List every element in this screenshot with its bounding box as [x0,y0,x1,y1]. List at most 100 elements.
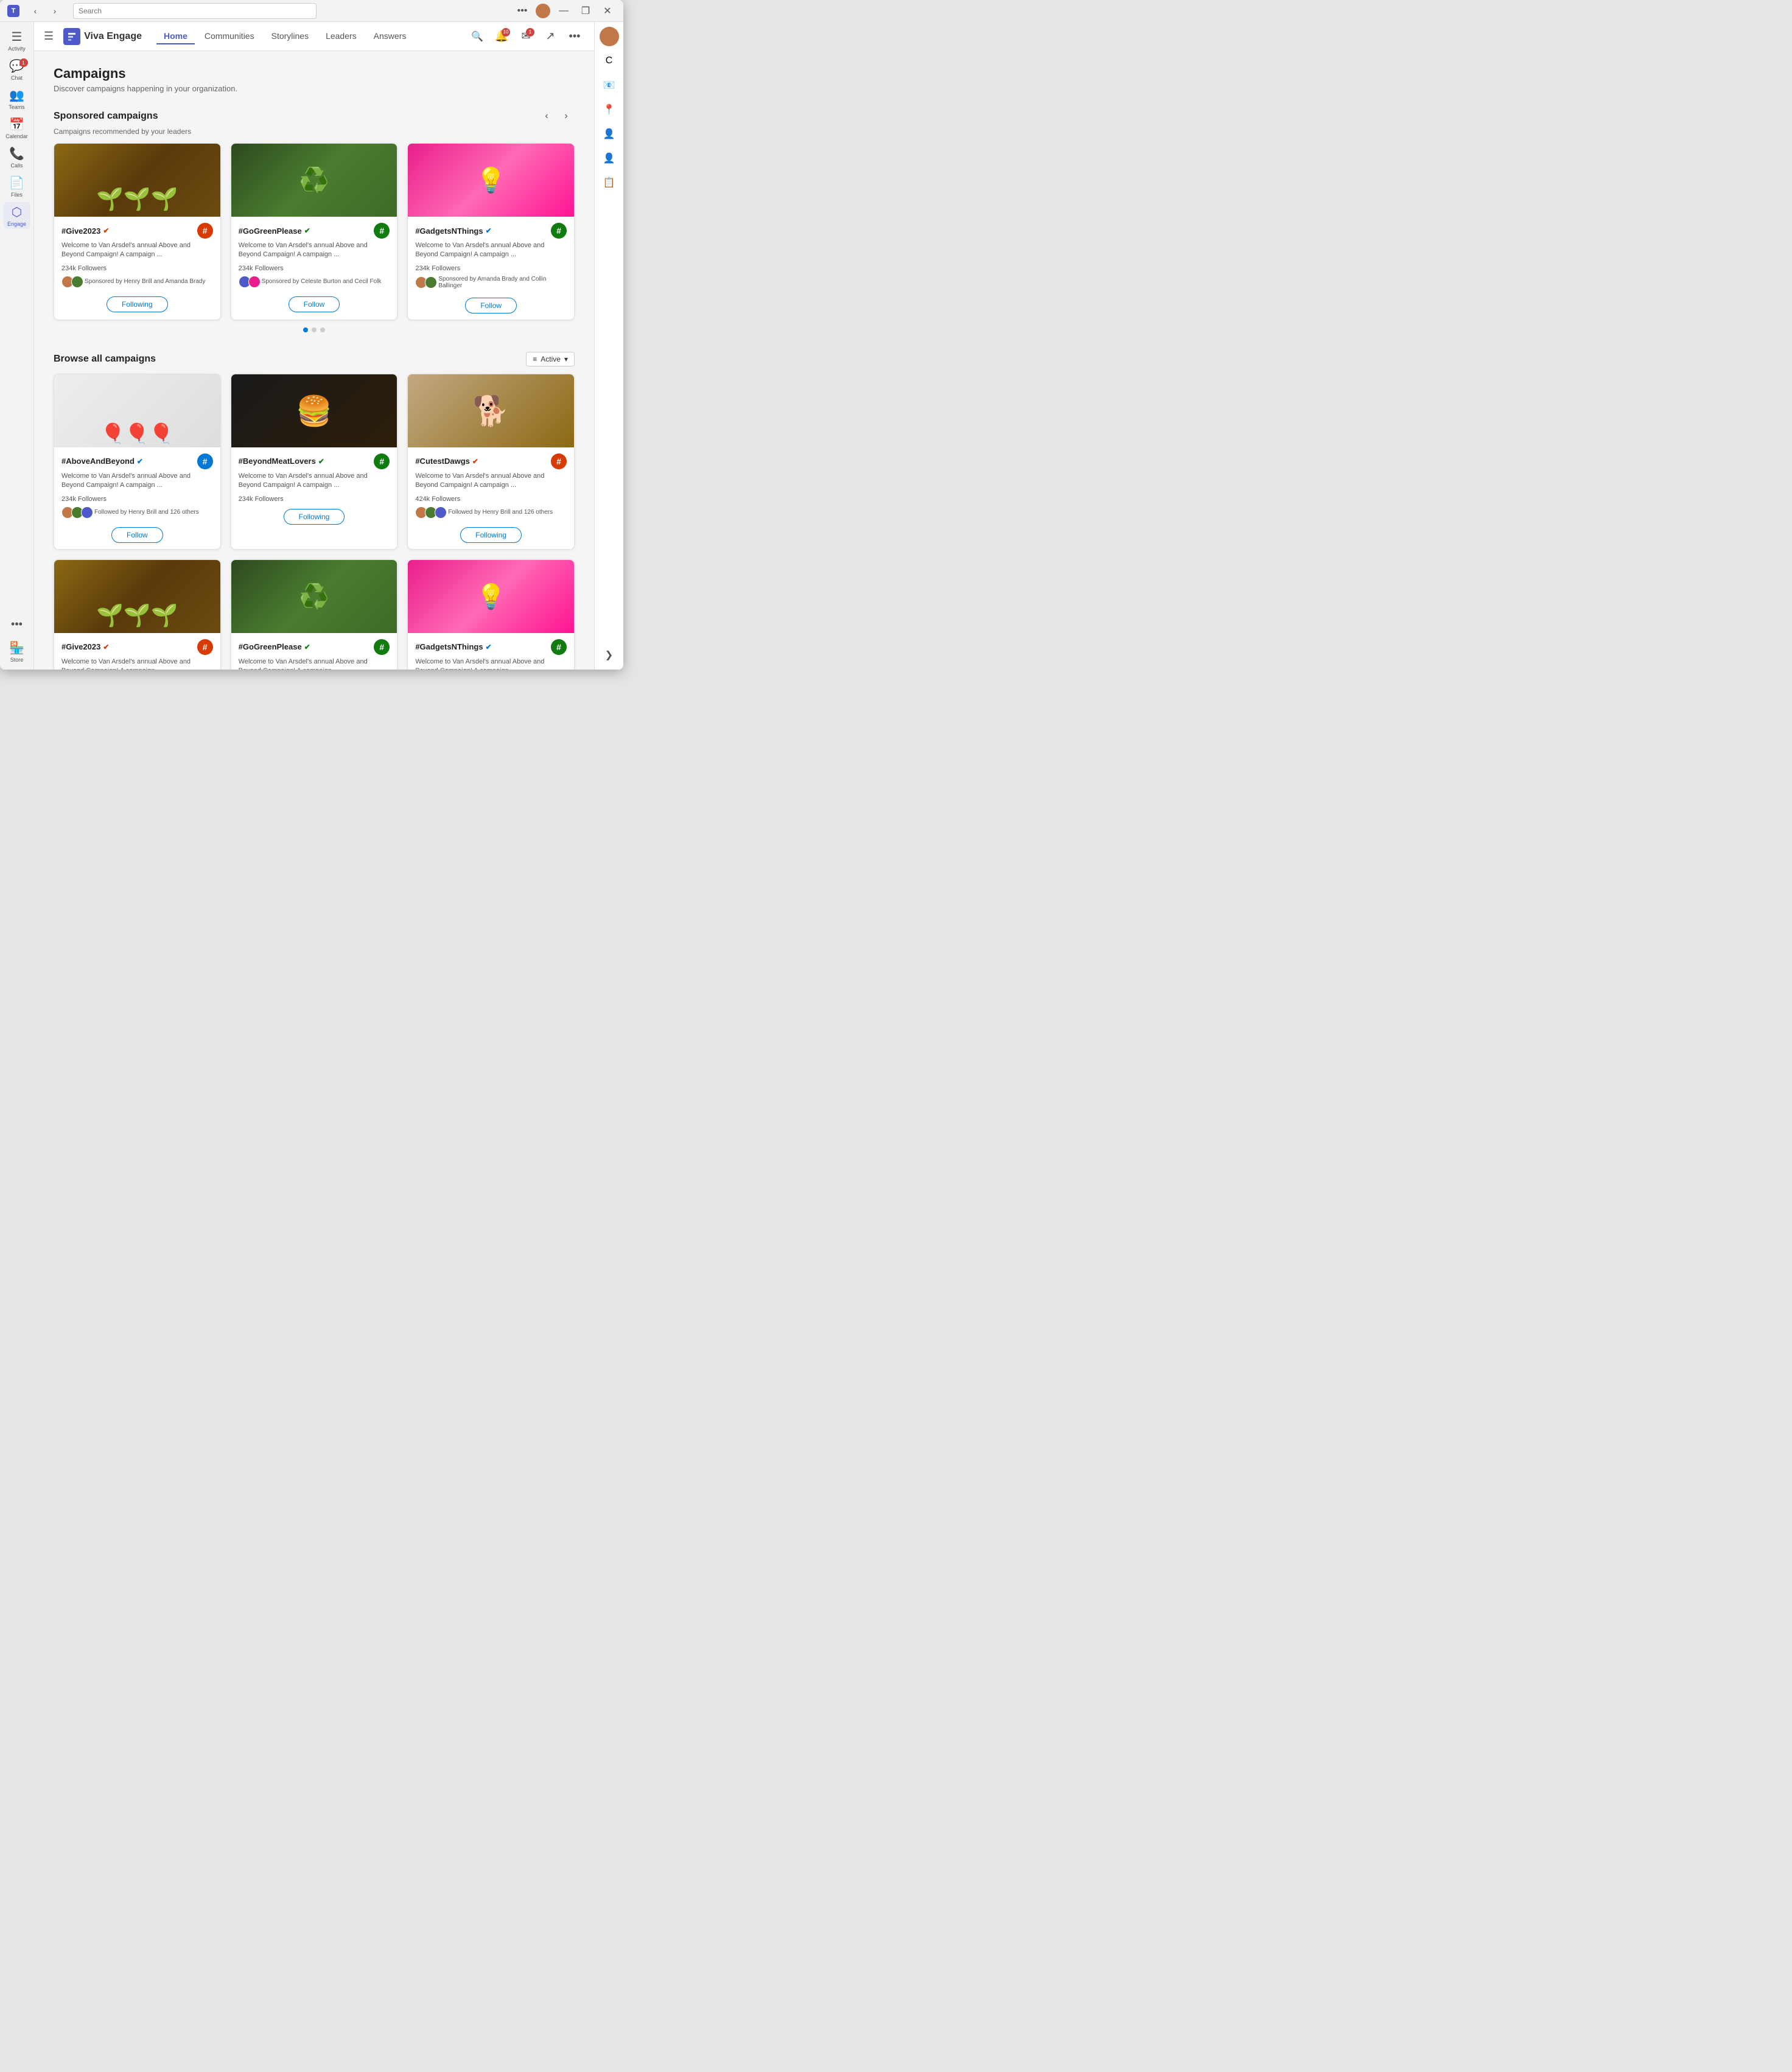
browse-section-header: Browse all campaigns ≡ Active ▾ [54,352,575,366]
verified-icon-gogreen: ✔ [304,226,310,235]
restore-button[interactable]: ❐ [577,2,594,19]
sponsor-avatars-abovebeyond [61,506,91,519]
hash-badge-cutestdawgs: # [551,453,567,469]
filter-label: Active [541,355,561,363]
sponsor-avatars-gogreen [239,276,258,288]
sidebar-item-calls[interactable]: 📞 Calls [4,144,30,170]
filter-button[interactable]: ≡ Active ▾ [526,352,575,366]
search-button[interactable]: 🔍 [467,27,487,46]
card-footer-beyondmeat: Following [239,506,390,525]
follow-button-gogreen[interactable]: Follow [289,296,340,312]
forward-button[interactable]: › [46,2,63,19]
follow-button-beyondmeat[interactable]: Following [284,509,345,525]
browse-card-beyondmeat: #BeyondMeatLovers ✔ # Welcome to Van Ars… [231,374,398,550]
carousel-dot-1[interactable] [303,327,308,332]
right-sidebar-item-6[interactable]: 📋 [600,173,619,192]
right-icon-2: 📧 [603,79,615,91]
follow-button-abovebeyond[interactable]: Follow [111,527,163,543]
card-image-gadgetsb [408,560,574,633]
carousel-dot-2[interactable] [312,327,317,332]
sponsored-section: Sponsored campaigns ‹ › Campaigns recomm… [54,108,575,332]
sidebar-item-store[interactable]: 🏪 Store [4,638,30,665]
share-button[interactable]: ↗ [541,27,560,46]
nav-link-storylines[interactable]: Storylines [264,29,316,44]
card-image-gogreen [231,144,397,217]
hash-badge-give2023b: # [197,639,213,655]
card-title-gadgetsb: #GadgetsNThings ✔ [415,642,491,651]
sponsored-next-button[interactable]: › [558,108,575,125]
browse-cards-grid: #AboveAndBeyond ✔ # Welcome to Van Arsde… [54,374,575,670]
sidebar-item-calendar[interactable]: 📅 Calendar [4,114,30,141]
right-sidebar-item-3[interactable]: 📍 [600,100,619,119]
sidebar-item-label-engage: Engage [7,221,26,227]
notifications-button[interactable]: 🔔 10 [492,27,511,46]
card-sponsors-gogreen: Sponsored by Celeste Burton and Cecil Fo… [239,276,390,288]
activity-icon: ☰ [12,29,23,44]
card-sponsors-gadgets: Sponsored by Amanda Brady and Collin Bal… [415,276,567,289]
nav-link-answers[interactable]: Answers [366,29,414,44]
card-title-row-gadgets: #GadgetsNThings ✔ # [415,223,567,239]
card-title-row-gogreen: #GoGreenPlease ✔ # [239,223,390,239]
sponsored-card-give2023: #Give2023 ✔ # Welcome to Van Arsdel's an… [54,143,221,320]
top-nav-links: Home Communities Storylines Leaders Answ… [156,29,413,44]
sidebar-item-teams[interactable]: 👥 Teams [4,85,30,112]
card-desc-cutestdawgs: Welcome to Van Arsdel's annual Above and… [415,472,567,491]
verified-icon-gogreenb: ✔ [304,643,310,651]
sidebar-more-button[interactable]: ••• [6,613,27,635]
sidebar-item-label-teams: Teams [9,104,25,110]
back-button[interactable]: ‹ [27,2,44,19]
sponsored-card-gadgets: #GadgetsNThings ✔ # Welcome to Van Arsde… [407,143,575,320]
hash-badge-beyondmeat: # [374,453,390,469]
minimize-button[interactable]: — [555,2,572,19]
sidebar-item-label-store: Store [10,657,24,663]
right-sidebar: C 📧 📍 👤 👤 📋 ❯ [594,22,623,670]
hamburger-button[interactable]: ☰ [44,30,54,43]
carousel-dot-3[interactable] [320,327,325,332]
close-button[interactable]: ✕ [599,2,616,19]
follow-button-gadgets[interactable]: Follow [465,298,517,313]
card-title-beyondmeat: #BeyondMeatLovers ✔ [239,457,324,466]
user-avatar[interactable] [600,27,619,46]
nav-link-leaders[interactable]: Leaders [318,29,364,44]
follow-button-cutestdawgs[interactable]: Following [460,527,522,543]
sponsored-prev-button[interactable]: ‹ [538,108,555,125]
card-image-give2023 [54,144,220,217]
sidebar-item-chat[interactable]: 💬 Chat 1 [4,56,30,83]
card-followers-give2023: 234k Followers [61,265,213,272]
sidebar-item-activity[interactable]: ☰ Activity [4,27,30,54]
sidebar-item-files[interactable]: 📄 Files [4,173,30,200]
avatar[interactable] [536,4,550,18]
right-sidebar-item-2[interactable]: 📧 [600,75,619,95]
collapse-sidebar-button[interactable]: ❯ [600,645,619,665]
sponsored-section-subtitle: Campaigns recommended by your leaders [54,127,575,136]
follow-button-give2023[interactable]: Following [107,296,168,312]
card-title-gogreenb: #GoGreenPlease ✔ [239,642,310,651]
mail-button[interactable]: ✉ 1 [516,27,536,46]
brand-name: Viva Engage [84,31,142,42]
right-sidebar-item-1[interactable]: C [600,51,619,71]
nav-link-communities[interactable]: Communities [197,29,262,44]
notifications-badge: 10 [502,28,510,37]
card-image-gogreenb [231,560,397,633]
right-sidebar-item-4[interactable]: 👤 [600,124,619,144]
app-layout: ☰ Activity 💬 Chat 1 👥 Teams 📅 Calendar 📞… [0,22,623,670]
more-button[interactable]: ••• [565,27,584,46]
sidebar-item-engage[interactable]: ⬡ Engage [4,202,30,229]
top-nav-actions: 🔍 🔔 10 ✉ 1 ↗ ••• [467,27,584,46]
browse-card-gogreenb: #GoGreenPlease ✔ # Welcome to Van Arsdel… [231,559,398,670]
card-body-gadgets: #GadgetsNThings ✔ # Welcome to Van Arsde… [408,217,574,320]
card-title-row-gadgetsb: #GadgetsNThings ✔ # [415,639,567,655]
titlebar-search-input[interactable] [73,3,317,19]
card-footer-cutestdawgs: Following [415,525,567,543]
card-image-abovebeyond [54,374,220,447]
right-sidebar-item-5[interactable]: 👤 [600,149,619,168]
carousel-dots [54,327,575,332]
viva-engage-logo [63,28,80,45]
card-body-cutestdawgs: #CutestDawgs ✔ # Welcome to Van Arsdel's… [408,447,574,549]
sponsor-avatar-2 [71,276,83,288]
titlebar-more-button[interactable]: ••• [514,2,531,19]
sponsor-text-give2023: Sponsored by Henry Brill and Amanda Brad… [85,278,205,285]
nav-link-home[interactable]: Home [156,29,195,44]
sponsored-card-gogreen: #GoGreenPlease ✔ # Welcome to Van Arsdel… [231,143,398,320]
card-body-abovebeyond: #AboveAndBeyond ✔ # Welcome to Van Arsde… [54,447,220,549]
